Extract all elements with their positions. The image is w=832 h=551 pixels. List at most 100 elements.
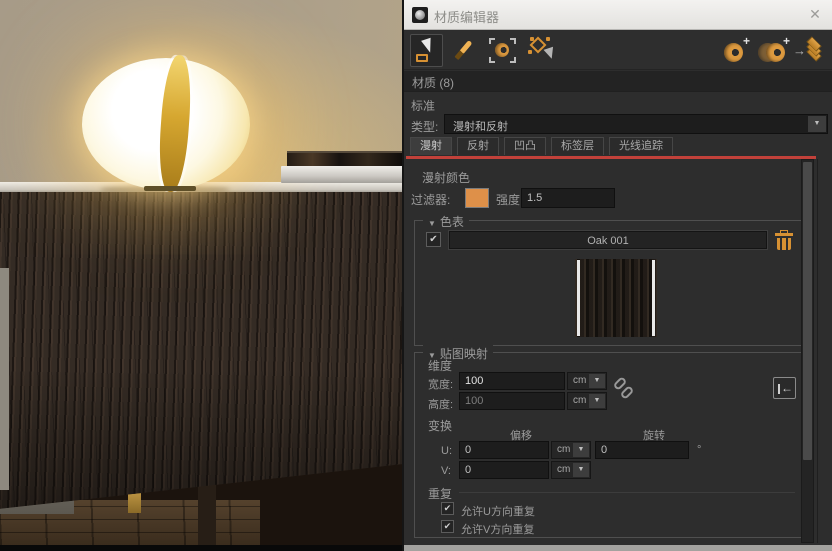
titlebar[interactable]: 材质编辑器 ✕: [404, 0, 832, 30]
texture-enabled-checkbox[interactable]: ✔: [426, 232, 441, 247]
tab-raytrace[interactable]: 光线追踪: [609, 137, 673, 155]
window-title: 材质编辑器: [434, 7, 499, 26]
height-label: 高度:: [428, 396, 453, 412]
bracket-corner-icon: [489, 57, 495, 63]
u-label: U:: [441, 445, 452, 457]
cursor-icon: [544, 47, 557, 61]
repeat-u-label: 允许U方向重复: [461, 503, 535, 519]
rotation-input[interactable]: [595, 441, 689, 459]
wood-cabinet: [0, 192, 403, 512]
height-unit-select[interactable]: cm ▼: [567, 392, 607, 410]
dimensions-label: 维度: [428, 357, 452, 374]
intensity-input[interactable]: [521, 188, 615, 208]
material-sphere-icon: [724, 43, 743, 62]
chevron-down-icon[interactable]: ▼: [808, 116, 826, 132]
polygon-select-tool-button[interactable]: [526, 34, 559, 67]
tab-reflection[interactable]: 反射: [457, 137, 499, 155]
width-unit-value: cm: [573, 375, 586, 386]
transform-label: 变换: [428, 417, 452, 434]
u-unit-select[interactable]: cm ▼: [551, 441, 591, 459]
material-editor-icon: [412, 7, 428, 23]
materials-count-bar[interactable]: 材质 (8): [404, 71, 832, 92]
scrollbar-track[interactable]: [801, 159, 814, 543]
color-table-group-title[interactable]: ▼色表: [423, 213, 469, 230]
pick-material-tool-button[interactable]: [448, 34, 481, 67]
lamp-base: [144, 186, 196, 191]
panel-inner-edge: [817, 159, 818, 543]
material-editor-window: 材质编辑器 ✕: [402, 0, 832, 551]
width-unit-select[interactable]: cm ▼: [567, 372, 607, 390]
repeat-divider: [459, 492, 795, 493]
color-table-group: ▼色表 ✔ Oak 001: [414, 220, 802, 346]
close-icon[interactable]: ✕: [806, 5, 824, 23]
repeat-u-checkbox[interactable]: ✔: [441, 502, 454, 515]
book-dark: [287, 151, 403, 166]
window-bottom-edge[interactable]: [404, 545, 832, 551]
materials-count-label: 材质 (8): [412, 74, 454, 91]
v-unit-value: cm: [557, 464, 570, 475]
u-unit-value: cm: [557, 444, 570, 455]
plus-icon: +: [783, 34, 790, 48]
apply-to-layers-button[interactable]: →: [794, 34, 827, 67]
material-type-value: 漫射和反射: [453, 118, 508, 134]
type-label: 类型:: [411, 118, 438, 135]
texture-thumbnail[interactable]: [575, 259, 657, 337]
plus-icon: +: [743, 34, 750, 48]
reset-mapping-button[interactable]: ←: [773, 377, 796, 399]
book-white: [281, 166, 403, 183]
height-input[interactable]: [459, 392, 565, 410]
add-material-button[interactable]: +: [720, 34, 753, 67]
chevron-down-icon[interactable]: ▼: [573, 443, 589, 457]
check-icon: ✔: [444, 521, 452, 531]
cursor-icon: [421, 38, 435, 54]
bracket-corner-icon: [510, 38, 516, 44]
polygon-node-icon: [530, 37, 534, 41]
viewport-bottom-edge: [0, 545, 403, 551]
v-unit-select[interactable]: cm ▼: [551, 461, 591, 479]
material-sphere-icon: [495, 43, 509, 57]
table-lamp: [82, 58, 250, 190]
tab-label-layer[interactable]: 标签层: [551, 137, 604, 155]
tab-diffuse[interactable]: 漫射: [410, 137, 452, 155]
material-type-select[interactable]: 漫射和反射 ▼: [444, 114, 828, 134]
check-icon: ✔: [429, 234, 437, 245]
bracket-corner-icon: [489, 38, 495, 44]
channel-tabs: 漫射 反射 凹凸 标签层 光线追踪: [410, 137, 673, 155]
tab-bump[interactable]: 凹凸: [504, 137, 546, 155]
check-icon: ✔: [444, 503, 452, 513]
filter-color-swatch[interactable]: [465, 188, 489, 208]
texture-name-field[interactable]: Oak 001: [449, 231, 767, 249]
active-tab-underline: [406, 156, 816, 159]
arrow-right-icon: →: [793, 43, 806, 58]
standard-label: 标准: [411, 97, 435, 114]
material-target-icon: [416, 54, 428, 62]
link-dimensions-icon[interactable]: [615, 377, 637, 401]
u-offset-input[interactable]: [459, 441, 549, 459]
diffuse-color-title: 漫射颜色: [422, 169, 470, 186]
width-label: 宽度:: [428, 376, 453, 392]
eyedropper-icon: [455, 40, 473, 60]
height-unit-value: cm: [573, 395, 586, 406]
select-material-tool-button[interactable]: [486, 34, 519, 67]
scrollbar-thumb[interactable]: [803, 162, 812, 460]
texture-mapping-group: ▼贴图映射 维度 宽度: cm ▼ 高度: cm ▼ ← 变换 偏移: [414, 352, 802, 538]
repeat-v-label: 允许V方向重复: [461, 521, 534, 537]
repeat-label: 重复: [428, 485, 452, 502]
filter-label: 过滤器:: [411, 191, 450, 208]
apply-material-tool-button[interactable]: [410, 34, 443, 67]
collapse-arrow-icon: ▼: [428, 219, 436, 228]
v-offset-input[interactable]: [459, 461, 549, 479]
toolbar: + + →: [404, 31, 832, 70]
degree-symbol: °: [697, 444, 701, 456]
chevron-down-icon[interactable]: ▼: [573, 463, 589, 477]
repeat-v-checkbox[interactable]: ✔: [441, 520, 454, 533]
chevron-down-icon[interactable]: ▼: [589, 374, 605, 388]
chevron-down-icon[interactable]: ▼: [589, 394, 605, 408]
viewport-3d-scene[interactable]: [0, 0, 403, 551]
wall-corner-strip: [0, 268, 9, 490]
screenshot-root: 材质编辑器 ✕: [0, 0, 832, 551]
delete-texture-button[interactable]: [775, 230, 793, 250]
duplicate-material-button[interactable]: +: [757, 34, 790, 67]
polygon-node-icon: [546, 37, 550, 41]
width-input[interactable]: [459, 372, 565, 390]
